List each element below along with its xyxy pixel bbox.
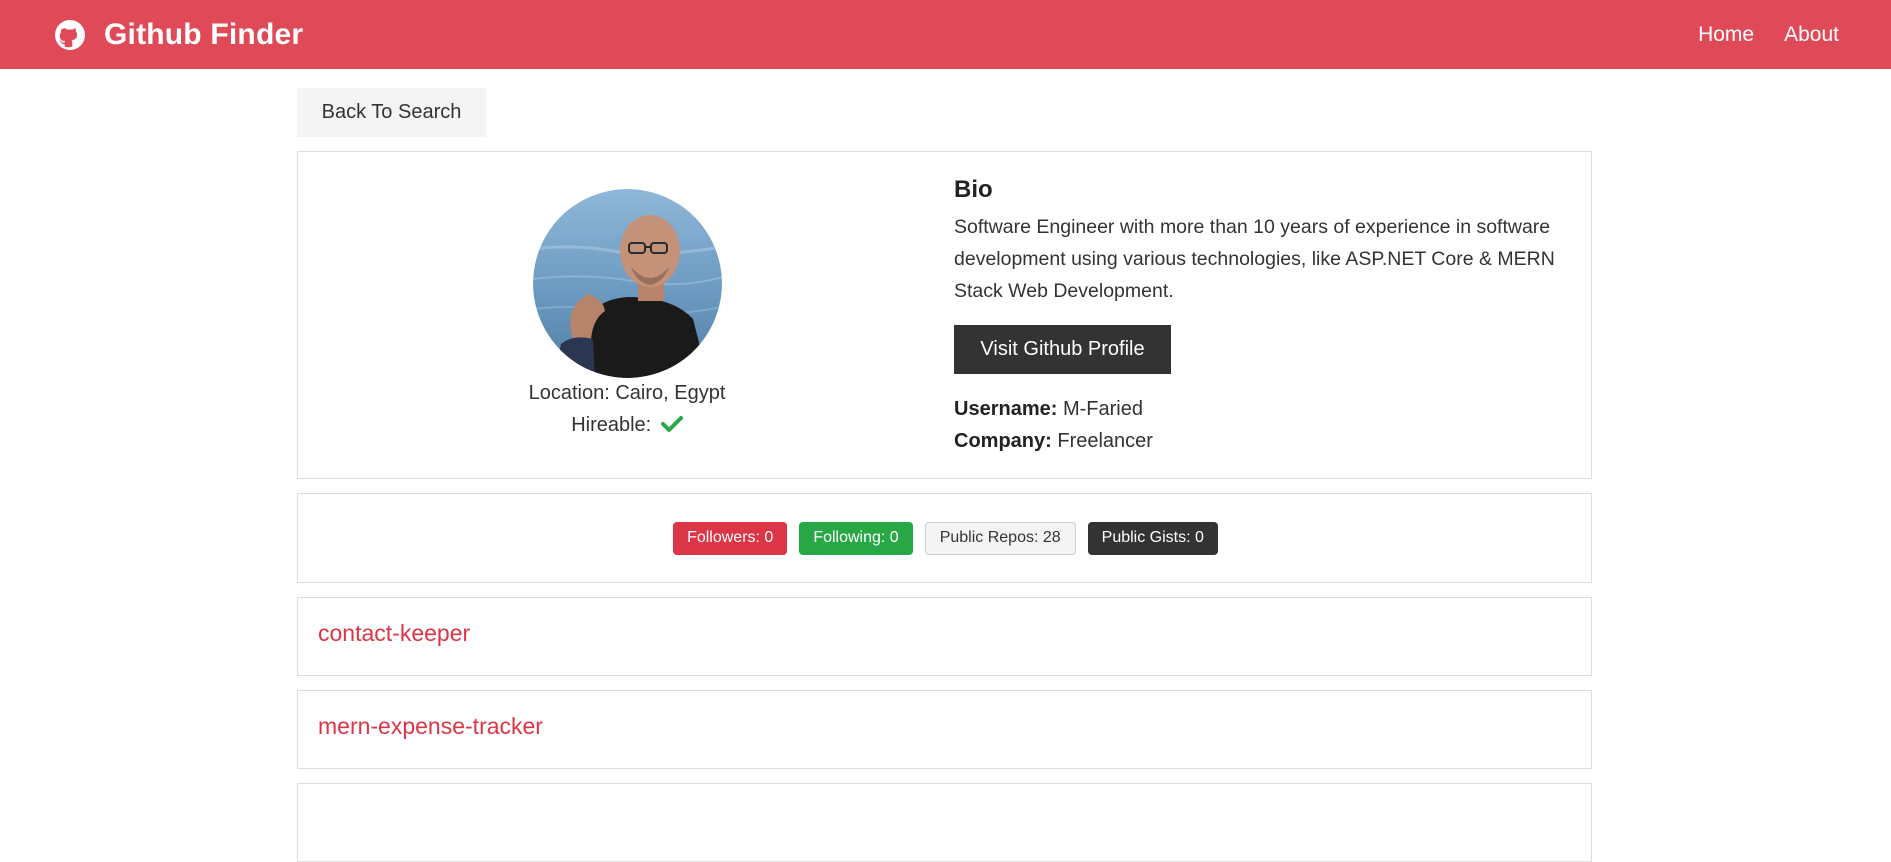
avatar (533, 189, 722, 378)
brand[interactable]: Github Finder (54, 18, 303, 52)
following-badge: Following: 0 (799, 521, 913, 555)
hireable-row: Hireable: (298, 414, 956, 437)
public-repos-badge: Public Repos: 28 (924, 521, 1076, 555)
username-row: Username: M-Faried (954, 398, 1143, 421)
github-icon (55, 19, 85, 50)
app-title: Github Finder (104, 17, 304, 51)
profile-details: Bio Software Engineer with more than 10 … (954, 152, 1574, 478)
visit-github-profile-button[interactable]: Visit Github Profile (954, 325, 1171, 374)
company-row: Company: Freelancer (954, 430, 1153, 453)
stats-badges: Followers: 0 Following: 0 Public Repos: … (298, 494, 1591, 582)
username-label: Username: (954, 398, 1058, 420)
location-text: Location: Cairo, Egypt (528, 382, 726, 404)
repo-card: contact-keeper (297, 597, 1592, 676)
hireable-label: Hireable: (571, 414, 652, 436)
profile-summary: Location: Cairo, Egypt Hireable: (298, 152, 950, 478)
username-value: M-Faried (1062, 398, 1143, 420)
profile-card: Location: Cairo, Egypt Hireable: Bio Sof… (297, 151, 1592, 479)
followers-badge: Followers: 0 (673, 521, 788, 555)
repo-link[interactable]: mern-expense-tracker (318, 713, 543, 740)
nav-links: Home About (1698, 23, 1839, 47)
repo-card (297, 783, 1592, 862)
company-value: Freelancer (1057, 430, 1153, 452)
repo-card: mern-expense-tracker (297, 690, 1592, 769)
back-to-search-button[interactable]: Back To Search (297, 88, 486, 137)
check-icon (660, 416, 683, 432)
nav-link-about[interactable]: About (1784, 23, 1839, 47)
navbar: Github Finder Home About (0, 0, 1891, 69)
company-label: Company: (954, 430, 1052, 452)
stats-card: Followers: 0 Following: 0 Public Repos: … (297, 493, 1592, 583)
nav-link-home[interactable]: Home (1698, 23, 1754, 47)
repo-link[interactable]: contact-keeper (318, 620, 470, 647)
bio-text: Software Engineer with more than 10 year… (954, 216, 1555, 302)
bio-heading: Bio (954, 176, 993, 203)
public-gists-badge: Public Gists: 0 (1087, 521, 1218, 555)
